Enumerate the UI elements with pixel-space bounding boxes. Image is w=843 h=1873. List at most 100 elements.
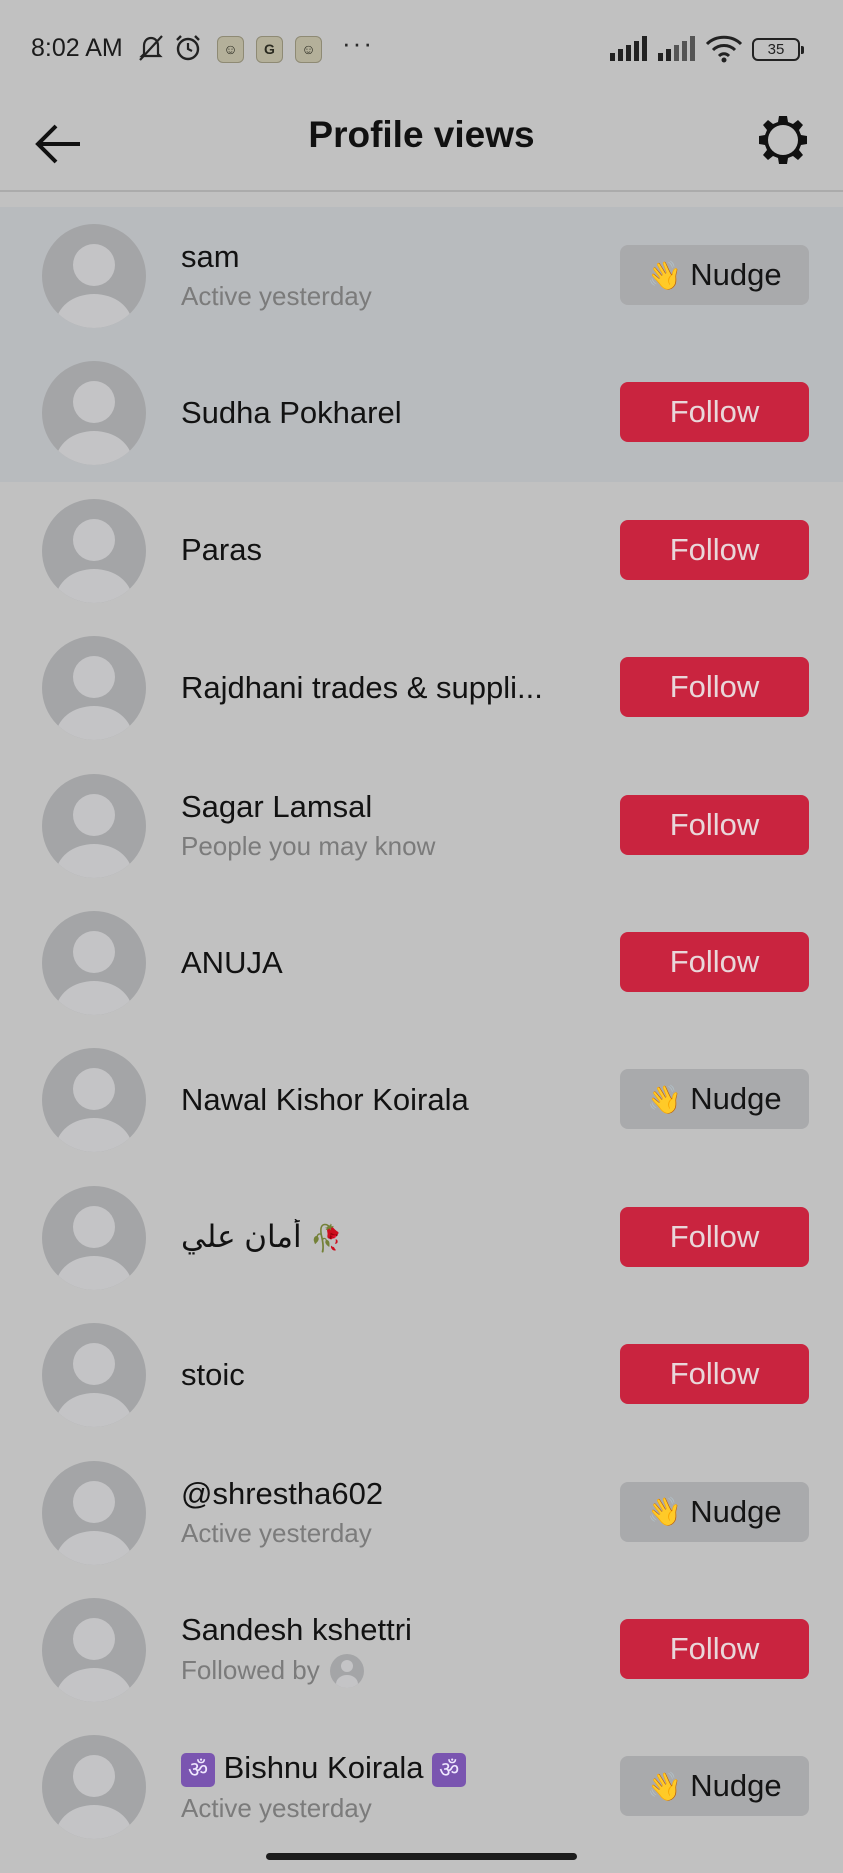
row-text: ॐ Bishnu Koirala ॐ Active yesterday bbox=[181, 1718, 581, 1855]
subtitle-text: People you may know bbox=[181, 830, 436, 861]
username: Paras bbox=[181, 532, 581, 568]
row-text: Paras bbox=[181, 482, 581, 619]
row-subtitle: Active yesterday bbox=[181, 1518, 581, 1549]
follow-label: Follow bbox=[669, 806, 760, 842]
row-subtitle: Followed by bbox=[181, 1653, 581, 1688]
avatar[interactable] bbox=[42, 1460, 146, 1565]
list-item[interactable]: Sudha Pokharel Follow bbox=[0, 344, 843, 481]
follow-label: Follow bbox=[669, 943, 760, 979]
nudge-button[interactable]: 👋 Nudge bbox=[620, 245, 809, 305]
header: Profile views bbox=[0, 100, 843, 190]
row-text: ANUJA bbox=[181, 894, 581, 1031]
nudge-button[interactable]: 👋 Nudge bbox=[620, 1756, 809, 1817]
gear-icon bbox=[759, 116, 807, 164]
arrow-left-icon bbox=[35, 124, 80, 164]
signal-icon bbox=[658, 36, 695, 61]
avatar[interactable] bbox=[42, 1597, 146, 1702]
follow-button[interactable]: Follow bbox=[620, 1344, 809, 1405]
follow-label: Follow bbox=[669, 669, 760, 705]
list-item[interactable]: sam Active yesterday 👋 Nudge bbox=[0, 207, 843, 344]
row-subtitle: People you may know bbox=[181, 831, 581, 862]
row-text: Nawal Kishor Koirala bbox=[181, 1031, 581, 1168]
nudge-button[interactable]: 👋 Nudge bbox=[620, 1481, 809, 1542]
username-text: Sandesh kshettri bbox=[181, 1611, 412, 1647]
subtitle-text: Followed by bbox=[181, 1655, 320, 1686]
signal-icon bbox=[610, 36, 647, 61]
header-divider bbox=[0, 190, 843, 192]
status-bar: 8:02 AM ☺ G ☺ ··· 35 bbox=[0, 0, 843, 100]
avatar[interactable] bbox=[42, 1323, 146, 1428]
row-text: @shrestha602 Active yesterday bbox=[181, 1444, 581, 1581]
follow-button[interactable]: Follow bbox=[620, 657, 809, 718]
list-item[interactable]: Sandesh kshettri Followed by Follow bbox=[0, 1581, 843, 1718]
username-text: Nawal Kishor Koirala bbox=[181, 1082, 469, 1118]
list-item[interactable]: stoic Follow bbox=[0, 1306, 843, 1443]
list-item[interactable]: ANUJA Follow bbox=[0, 894, 843, 1031]
list-item[interactable]: Sagar Lamsal People you may know Follow bbox=[0, 757, 843, 894]
rose-emoji: 🥀 bbox=[310, 1223, 343, 1254]
nudge-label: Nudge bbox=[690, 1768, 782, 1804]
list-item[interactable]: أمان علي 🥀 Follow bbox=[0, 1169, 843, 1306]
username-text: Sagar Lamsal bbox=[181, 788, 373, 824]
om-emoji: ॐ bbox=[432, 1752, 467, 1787]
username: Nawal Kishor Koirala bbox=[181, 1082, 581, 1118]
follow-label: Follow bbox=[669, 1218, 760, 1254]
list-item[interactable]: Rajdhani trades & suppli... Follow bbox=[0, 619, 843, 756]
waving-hand-icon: 👋 bbox=[647, 1083, 683, 1115]
username-text: Rajdhani trades & suppli... bbox=[181, 669, 543, 705]
nudge-button[interactable]: 👋 Nudge bbox=[620, 1069, 809, 1130]
follow-button[interactable]: Follow bbox=[620, 931, 809, 992]
follow-button[interactable]: Follow bbox=[620, 1618, 809, 1679]
follow-button[interactable]: Follow bbox=[620, 382, 809, 443]
subtitle-text: Active yesterday bbox=[181, 281, 372, 312]
row-text: sam Active yesterday bbox=[181, 207, 581, 344]
follow-label: Follow bbox=[669, 1356, 760, 1392]
username: Sudha Pokharel bbox=[181, 395, 581, 431]
nudge-label: Nudge bbox=[690, 257, 782, 292]
list-item[interactable]: @shrestha602 Active yesterday 👋 Nudge bbox=[0, 1444, 843, 1581]
page-title: Profile views bbox=[308, 114, 535, 155]
alarm-icon bbox=[176, 35, 200, 61]
avatar[interactable] bbox=[42, 1735, 146, 1840]
follow-button[interactable]: Follow bbox=[620, 1206, 809, 1267]
username: ॐ Bishnu Koirala ॐ bbox=[181, 1750, 581, 1787]
avatar[interactable] bbox=[42, 361, 146, 466]
avatar[interactable] bbox=[42, 636, 146, 741]
username-text: @shrestha602 bbox=[181, 1475, 384, 1511]
avatar[interactable] bbox=[42, 773, 146, 878]
home-indicator[interactable] bbox=[266, 1853, 577, 1860]
subtitle-text: Active yesterday bbox=[181, 1517, 372, 1548]
avatar[interactable] bbox=[42, 224, 146, 328]
avatar[interactable] bbox=[42, 1185, 146, 1290]
username-text: Bishnu Koirala bbox=[223, 1750, 424, 1786]
list-item[interactable]: Paras Follow bbox=[0, 482, 843, 619]
nudge-label: Nudge bbox=[690, 1081, 782, 1117]
snapchat-icon: ☺ bbox=[295, 36, 322, 63]
google-icon: G bbox=[256, 36, 283, 63]
username-text: ANUJA bbox=[181, 944, 283, 980]
follow-label: Follow bbox=[669, 1630, 760, 1666]
avatar[interactable] bbox=[42, 1048, 146, 1153]
list-item[interactable]: ॐ Bishnu Koirala ॐ Active yesterday 👋 Nudge bbox=[0, 1718, 843, 1855]
avatar[interactable] bbox=[42, 910, 146, 1015]
row-text: Rajdhani trades & suppli... bbox=[181, 619, 581, 756]
om-emoji: ॐ bbox=[181, 1752, 215, 1787]
mute-bell-icon bbox=[139, 35, 163, 61]
username-text: stoic bbox=[181, 1356, 245, 1392]
follow-label: Follow bbox=[669, 394, 760, 430]
waving-hand-icon: 👋 bbox=[647, 1770, 683, 1802]
back-button[interactable] bbox=[30, 116, 86, 172]
nudge-label: Nudge bbox=[690, 1493, 782, 1529]
follow-label: Follow bbox=[669, 531, 760, 567]
follow-button[interactable]: Follow bbox=[620, 519, 809, 580]
avatar[interactable] bbox=[42, 498, 146, 603]
username: أمان علي 🥀 bbox=[181, 1219, 581, 1255]
username: Rajdhani trades & suppli... bbox=[181, 670, 581, 706]
list-item[interactable]: Nawal Kishor Koirala 👋 Nudge bbox=[0, 1031, 843, 1168]
follow-button[interactable]: Follow bbox=[620, 794, 809, 855]
username: ANUJA bbox=[181, 945, 581, 981]
username-text: أمان علي bbox=[181, 1219, 302, 1255]
username-text: Sudha Pokharel bbox=[181, 395, 402, 431]
row-text: أمان علي 🥀 bbox=[181, 1169, 581, 1306]
settings-button[interactable] bbox=[753, 110, 813, 170]
